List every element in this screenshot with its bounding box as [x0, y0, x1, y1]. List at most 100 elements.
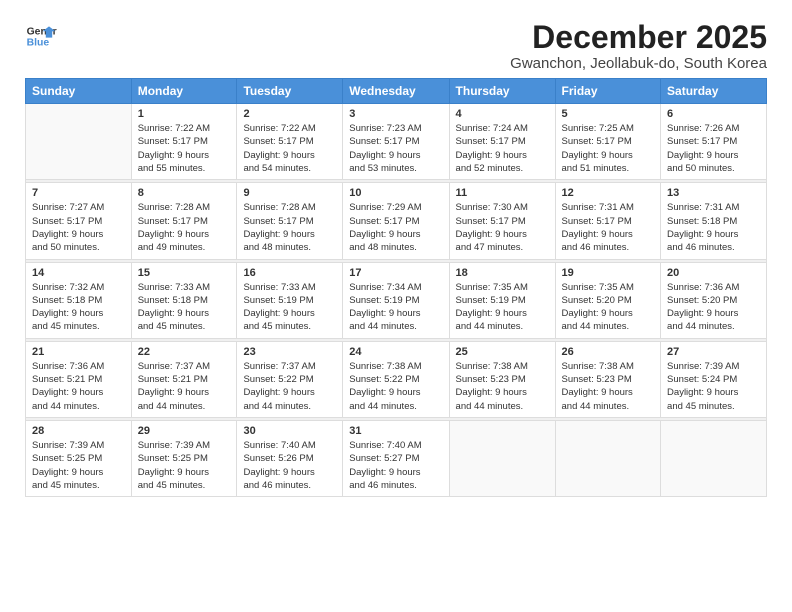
- calendar-cell: 20 Sunrise: 7:36 AM Sunset: 5:20 PM Dayli…: [661, 262, 767, 338]
- calendar-cell: 6 Sunrise: 7:26 AM Sunset: 5:17 PM Daylig…: [661, 104, 767, 180]
- day-number: 12: [562, 187, 655, 199]
- day-number: 8: [138, 187, 231, 199]
- calendar-cell: 1Sunrise: 7:22 AM Sunset: 5:17 PM Daylig…: [131, 104, 237, 180]
- calendar-cell: 11 Sunrise: 7:30 AM Sunset: 5:17 PM Dayli…: [449, 183, 555, 259]
- header-tuesday: Tuesday: [237, 79, 343, 104]
- day-number: 25: [456, 346, 549, 358]
- day-number: 30: [243, 425, 336, 437]
- calendar-week-5: 28 Sunrise: 7:39 AM Sunset: 5:25 PM Dayli…: [26, 420, 767, 496]
- day-info: Sunrise: 7:29 AM Sunset: 5:17 PM Dayligh…: [349, 201, 442, 254]
- day-info: Sunrise: 7:36 AM Sunset: 5:20 PM Dayligh…: [667, 281, 760, 334]
- calendar-cell: [449, 420, 555, 496]
- month-title: December 2025: [510, 20, 767, 55]
- svg-text:Blue: Blue: [27, 38, 50, 49]
- calendar-cell: 17Sunrise: 7:34 AM Sunset: 5:19 PM Dayli…: [343, 262, 449, 338]
- day-info: Sunrise: 7:38 AM Sunset: 5:23 PM Dayligh…: [562, 360, 655, 413]
- day-number: 28: [32, 425, 125, 437]
- header-thursday: Thursday: [449, 79, 555, 104]
- day-info: Sunrise: 7:26 AM Sunset: 5:17 PM Dayligh…: [667, 122, 760, 175]
- day-number: 18: [456, 267, 549, 279]
- location-subtitle: Gwanchon, Jeollabuk-do, South Korea: [510, 55, 767, 72]
- calendar-cell: [26, 104, 132, 180]
- day-info: Sunrise: 7:32 AM Sunset: 5:18 PM Dayligh…: [32, 281, 125, 334]
- calendar-cell: 23Sunrise: 7:37 AM Sunset: 5:22 PM Dayli…: [237, 341, 343, 417]
- day-number: 3: [349, 108, 442, 120]
- day-number: 11: [456, 187, 549, 199]
- day-number: 7: [32, 187, 125, 199]
- calendar-cell: 18 Sunrise: 7:35 AM Sunset: 5:19 PM Dayli…: [449, 262, 555, 338]
- day-info: Sunrise: 7:35 AM Sunset: 5:19 PM Dayligh…: [456, 281, 549, 334]
- title-area: December 2025 Gwanchon, Jeollabuk-do, So…: [510, 20, 767, 72]
- calendar-cell: 27Sunrise: 7:39 AM Sunset: 5:24 PM Dayli…: [661, 341, 767, 417]
- day-number: 24: [349, 346, 442, 358]
- calendar-cell: 3 Sunrise: 7:23 AM Sunset: 5:17 PM Daylig…: [343, 104, 449, 180]
- day-number: 31: [349, 425, 442, 437]
- calendar-cell: 7 Sunrise: 7:27 AM Sunset: 5:17 PM Daylig…: [26, 183, 132, 259]
- calendar-cell: 26 Sunrise: 7:38 AM Sunset: 5:23 PM Dayli…: [555, 341, 661, 417]
- calendar-week-3: 14 Sunrise: 7:32 AM Sunset: 5:18 PM Dayli…: [26, 262, 767, 338]
- calendar-table: Sunday Monday Tuesday Wednesday Thursday…: [25, 78, 767, 497]
- calendar-cell: [661, 420, 767, 496]
- day-number: 15: [138, 267, 231, 279]
- day-info: Sunrise: 7:24 AM Sunset: 5:17 PM Dayligh…: [456, 122, 549, 175]
- day-number: 22: [138, 346, 231, 358]
- day-number: 9: [243, 187, 336, 199]
- header-wednesday: Wednesday: [343, 79, 449, 104]
- calendar-cell: 13 Sunrise: 7:31 AM Sunset: 5:18 PM Dayli…: [661, 183, 767, 259]
- calendar-cell: 8Sunrise: 7:28 AM Sunset: 5:17 PM Daylig…: [131, 183, 237, 259]
- calendar-cell: 15 Sunrise: 7:33 AM Sunset: 5:18 PM Dayli…: [131, 262, 237, 338]
- day-number: 27: [667, 346, 760, 358]
- day-info: Sunrise: 7:33 AM Sunset: 5:18 PM Dayligh…: [138, 281, 231, 334]
- day-number: 19: [562, 267, 655, 279]
- day-number: 10: [349, 187, 442, 199]
- day-info: Sunrise: 7:40 AM Sunset: 5:26 PM Dayligh…: [243, 439, 336, 492]
- page-container: General Blue December 2025 Gwanchon, Jeo…: [25, 20, 767, 497]
- day-number: 26: [562, 346, 655, 358]
- day-info: Sunrise: 7:23 AM Sunset: 5:17 PM Dayligh…: [349, 122, 442, 175]
- day-info: Sunrise: 7:31 AM Sunset: 5:17 PM Dayligh…: [562, 201, 655, 254]
- day-info: Sunrise: 7:37 AM Sunset: 5:21 PM Dayligh…: [138, 360, 231, 413]
- day-info: Sunrise: 7:35 AM Sunset: 5:20 PM Dayligh…: [562, 281, 655, 334]
- calendar-cell: 28Sunrise: 7:39 AM Sunset: 5:25 PM Dayli…: [26, 420, 132, 496]
- day-number: 5: [562, 108, 655, 120]
- day-number: 20: [667, 267, 760, 279]
- day-number: 13: [667, 187, 760, 199]
- day-info: Sunrise: 7:30 AM Sunset: 5:17 PM Dayligh…: [456, 201, 549, 254]
- day-info: Sunrise: 7:33 AM Sunset: 5:19 PM Dayligh…: [243, 281, 336, 334]
- calendar-cell: 2 Sunrise: 7:22 AM Sunset: 5:17 PM Daylig…: [237, 104, 343, 180]
- day-info: Sunrise: 7:40 AM Sunset: 5:27 PM Dayligh…: [349, 439, 442, 492]
- calendar-cell: 19 Sunrise: 7:35 AM Sunset: 5:20 PM Dayli…: [555, 262, 661, 338]
- calendar-cell: 30 Sunrise: 7:40 AM Sunset: 5:26 PM Dayli…: [237, 420, 343, 496]
- day-info: Sunrise: 7:27 AM Sunset: 5:17 PM Dayligh…: [32, 201, 125, 254]
- calendar-cell: 22 Sunrise: 7:37 AM Sunset: 5:21 PM Dayli…: [131, 341, 237, 417]
- day-number: 16: [243, 267, 336, 279]
- day-number: 1: [138, 108, 231, 120]
- svg-text:General: General: [27, 26, 57, 37]
- day-info: Sunrise: 7:39 AM Sunset: 5:25 PM Dayligh…: [138, 439, 231, 492]
- day-number: 6: [667, 108, 760, 120]
- calendar-cell: 5Sunrise: 7:25 AM Sunset: 5:17 PM Daylig…: [555, 104, 661, 180]
- calendar-cell: 16 Sunrise: 7:33 AM Sunset: 5:19 PM Dayli…: [237, 262, 343, 338]
- calendar-week-4: 21Sunrise: 7:36 AM Sunset: 5:21 PM Dayli…: [26, 341, 767, 417]
- day-number: 4: [456, 108, 549, 120]
- day-info: Sunrise: 7:36 AM Sunset: 5:21 PM Dayligh…: [32, 360, 125, 413]
- calendar-cell: [555, 420, 661, 496]
- day-number: 2: [243, 108, 336, 120]
- day-info: Sunrise: 7:37 AM Sunset: 5:22 PM Dayligh…: [243, 360, 336, 413]
- day-info: Sunrise: 7:22 AM Sunset: 5:17 PM Dayligh…: [243, 122, 336, 175]
- day-number: 14: [32, 267, 125, 279]
- day-number: 17: [349, 267, 442, 279]
- calendar-cell: 21Sunrise: 7:36 AM Sunset: 5:21 PM Dayli…: [26, 341, 132, 417]
- day-info: Sunrise: 7:31 AM Sunset: 5:18 PM Dayligh…: [667, 201, 760, 254]
- calendar-cell: 25Sunrise: 7:38 AM Sunset: 5:23 PM Dayli…: [449, 341, 555, 417]
- header-saturday: Saturday: [661, 79, 767, 104]
- calendar-cell: 29 Sunrise: 7:39 AM Sunset: 5:25 PM Dayli…: [131, 420, 237, 496]
- calendar-cell: 12 Sunrise: 7:31 AM Sunset: 5:17 PM Dayli…: [555, 183, 661, 259]
- calendar-week-2: 7 Sunrise: 7:27 AM Sunset: 5:17 PM Daylig…: [26, 183, 767, 259]
- day-number: 29: [138, 425, 231, 437]
- calendar-header-row: Sunday Monday Tuesday Wednesday Thursday…: [26, 79, 767, 104]
- header-friday: Friday: [555, 79, 661, 104]
- day-info: Sunrise: 7:28 AM Sunset: 5:17 PM Dayligh…: [243, 201, 336, 254]
- header: General Blue December 2025 Gwanchon, Jeo…: [25, 20, 767, 72]
- calendar-cell: 9 Sunrise: 7:28 AM Sunset: 5:17 PM Daylig…: [237, 183, 343, 259]
